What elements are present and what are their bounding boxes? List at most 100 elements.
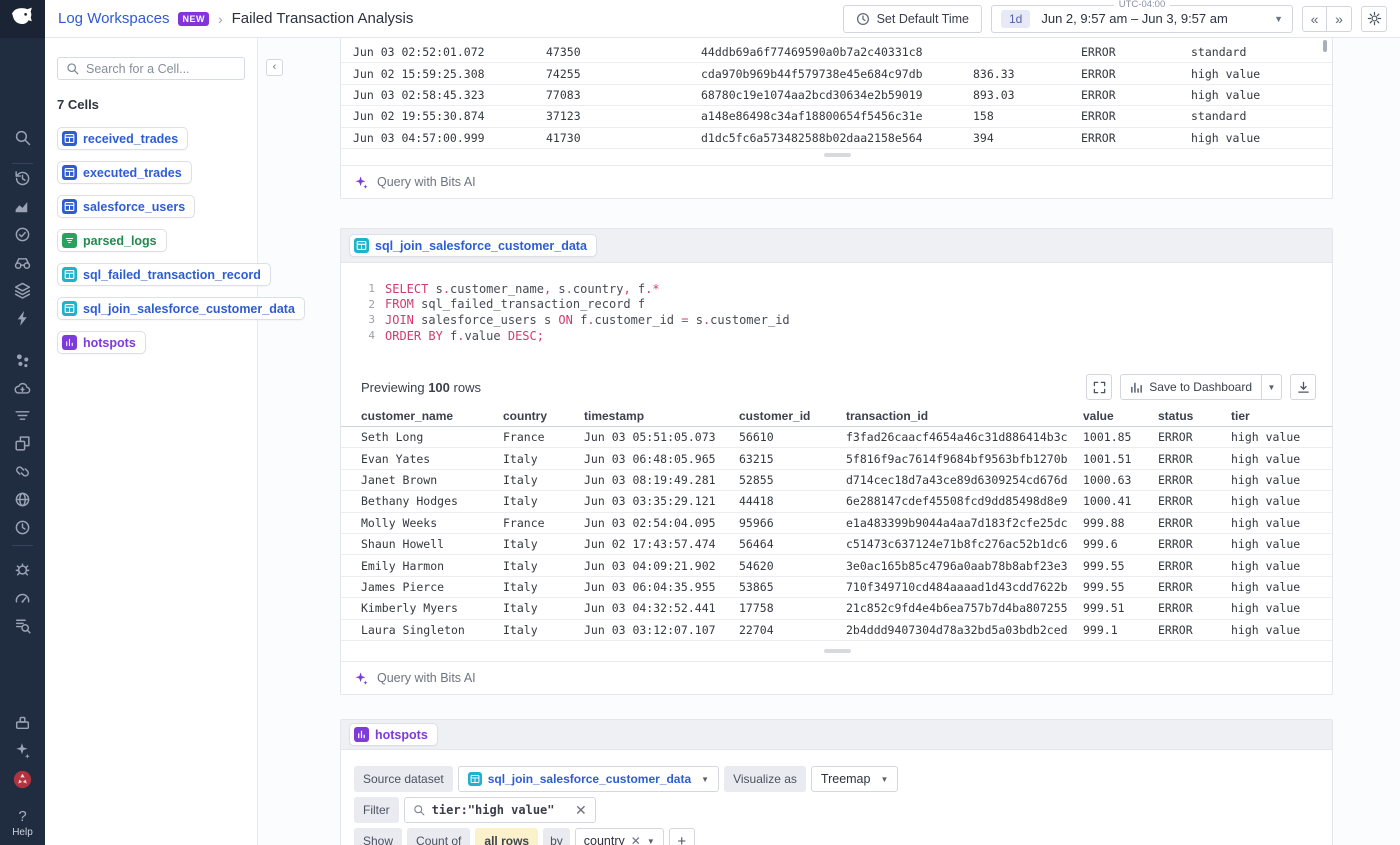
table-cell: Shaun Howell <box>361 537 503 551</box>
cell-pill-sql_join_salesforce_customer_data[interactable]: sql_join_salesforce_customer_data <box>57 297 305 320</box>
add-group-by-button[interactable]: + <box>669 828 695 845</box>
column-header-transaction_id[interactable]: transaction_id <box>846 409 1083 423</box>
column-header-country[interactable]: country <box>503 409 584 423</box>
download-button[interactable] <box>1290 374 1316 400</box>
help-button[interactable]: ? Help <box>0 808 45 838</box>
table-cell: Jun 03 02:54:04.095 <box>584 516 739 530</box>
source-dataset-select[interactable]: sql_join_salesforce_customer_data ▼ <box>458 766 719 792</box>
expand-button[interactable] <box>1086 374 1112 400</box>
table-scrollbar[interactable] <box>1323 40 1327 52</box>
table-cell: 999.6 <box>1083 537 1158 551</box>
group-by-select[interactable]: country ✕ ▼ <box>575 828 664 845</box>
cell-pill-executed_trades[interactable]: executed_trades <box>57 161 192 184</box>
table-cell: Jun 03 03:12:07.107 <box>584 623 739 637</box>
group-by-value: country <box>584 834 625 845</box>
bolt-icon[interactable] <box>13 309 32 328</box>
cell-pill-hotspots[interactable]: hotspots <box>57 331 146 354</box>
remove-group-by-icon[interactable]: ✕ <box>631 834 641 845</box>
shift-back-button[interactable]: « <box>1302 6 1327 32</box>
visualize-as-select[interactable]: Treemap ▼ <box>811 766 898 792</box>
table-cell: Jun 03 02:58:45.323 <box>353 88 546 102</box>
all-rows-selector[interactable]: all rows <box>475 828 538 845</box>
shift-forward-button[interactable]: » <box>1327 6 1352 32</box>
apps-icon[interactable] <box>13 434 32 453</box>
link-icon[interactable] <box>13 462 32 481</box>
table-cell: ERROR <box>1158 494 1231 508</box>
binoculars-icon[interactable] <box>13 253 32 272</box>
save-to-dashboard-button[interactable]: Save to Dashboard <box>1120 374 1262 400</box>
bits-ai-strip[interactable]: Query with Bits AI <box>341 165 1332 198</box>
watchdog-icon[interactable] <box>13 225 32 244</box>
count-of-label: Count of <box>407 828 470 845</box>
service-map-icon[interactable] <box>13 351 32 370</box>
filter-input[interactable]: tier:"high value" ✕ <box>404 797 596 823</box>
column-header-tier[interactable]: tier <box>1231 409 1341 423</box>
clear-filter-icon[interactable]: ✕ <box>575 802 587 819</box>
time-range-text: Jun 2, 9:57 am – Jun 3, 9:57 am <box>1041 11 1227 26</box>
log-search-icon[interactable] <box>13 616 32 635</box>
table-cell: 37123 <box>546 109 701 123</box>
cell-pill-label: salesforce_users <box>83 200 185 214</box>
sql-cell-title-pill[interactable]: sql_join_salesforce_customer_data <box>349 234 597 257</box>
column-header-customer_name[interactable]: customer_name <box>361 409 503 423</box>
settings-button[interactable] <box>1361 6 1387 32</box>
bug-icon[interactable] <box>13 559 32 578</box>
cell-pill-list: received_trades executed_trades salesforce… <box>45 127 257 365</box>
table-cell: e1a483399b9044a4aa7d183f2cfe25dc <box>846 516 1083 530</box>
chart-icon <box>354 727 369 742</box>
breadcrumb-app-link[interactable]: Log Workspaces <box>58 10 169 27</box>
cell-search-input[interactable]: Search for a Cell... <box>57 57 245 80</box>
datadog-logo[interactable] <box>0 0 45 38</box>
table-cell: c51473c637124e71b8fc276ac52b1dc6 <box>846 537 1083 551</box>
database-icon[interactable] <box>13 490 32 509</box>
collapse-panel-button[interactable]: ‹ <box>266 59 283 76</box>
table-cell: 56610 <box>739 430 846 444</box>
cell-pill-salesforce_users[interactable]: salesforce_users <box>57 195 195 218</box>
table-cell: Jun 03 04:32:52.441 <box>584 601 739 615</box>
table-cell: 44418 <box>739 494 846 508</box>
table-cell: Molly Weeks <box>361 516 503 530</box>
table-cell: 1001.85 <box>1083 430 1158 444</box>
table-cell: 54620 <box>739 559 846 573</box>
sparkle-icon[interactable] <box>13 741 32 760</box>
search-icon[interactable] <box>13 128 32 147</box>
save-options-caret[interactable]: ▼ <box>1262 374 1282 400</box>
table-cell: Kimberly Myers <box>361 601 503 615</box>
time-range-picker[interactable]: UTC-04:00 1d Jun 2, 9:57 am – Jun 3, 9:5… <box>991 5 1293 33</box>
gauge-icon[interactable] <box>13 588 32 607</box>
sql-code-text: JOIN salesforce_users s ON f.customer_id… <box>385 313 790 327</box>
table-cell: Italy <box>503 537 584 551</box>
table-cell: 22704 <box>739 623 846 637</box>
cell-pill-received_trades[interactable]: received_trades <box>57 127 188 150</box>
preview-rows-label: Previewing 100 rows <box>361 380 481 395</box>
sql-editor[interactable]: 1SELECT s.customer_name, s.country, f.*2… <box>341 281 1332 343</box>
history-icon[interactable] <box>13 169 32 188</box>
hotspots-title-pill[interactable]: hotspots <box>349 723 438 746</box>
table-cell: Emily Harmon <box>361 559 503 573</box>
table-cell: f3fad26caacf4654a46c31d886414b3c <box>846 430 1083 444</box>
cell-pill-label: hotspots <box>83 336 136 350</box>
org-avatar-icon[interactable] <box>13 770 32 789</box>
column-header-status[interactable]: status <box>1158 409 1231 423</box>
cloud-cost-icon[interactable] <box>13 379 32 398</box>
table-cell: ERROR <box>1158 473 1231 487</box>
set-default-time-button[interactable]: Set Default Time <box>843 5 982 33</box>
drag-handle[interactable] <box>824 153 851 157</box>
table-row: Janet BrownItalyJun 03 08:19:49.28152855… <box>341 470 1332 491</box>
metrics-icon[interactable] <box>13 197 32 216</box>
bits-ai-strip[interactable]: Query with Bits AI <box>341 661 1332 694</box>
range-shortcut-badge[interactable]: 1d <box>1001 10 1030 28</box>
cell-pill-parsed_logs[interactable]: parsed_logs <box>57 229 167 252</box>
cell-pill-sql_failed_transaction_record[interactable]: sql_failed_transaction_record <box>57 263 271 286</box>
drag-handle[interactable] <box>824 649 851 653</box>
column-header-timestamp[interactable]: timestamp <box>584 409 739 423</box>
column-header-customer_id[interactable]: customer_id <box>739 409 846 423</box>
filter-lines-icon[interactable] <box>13 406 32 425</box>
blocks-icon[interactable] <box>13 713 32 732</box>
logs-layers-icon[interactable] <box>13 281 32 300</box>
ci-circle-icon[interactable] <box>13 518 32 537</box>
time-shift-buttons: « » <box>1302 6 1352 32</box>
column-header-value[interactable]: value <box>1083 409 1158 423</box>
table-cell: France <box>503 516 584 530</box>
line-number: 4 <box>341 329 375 342</box>
